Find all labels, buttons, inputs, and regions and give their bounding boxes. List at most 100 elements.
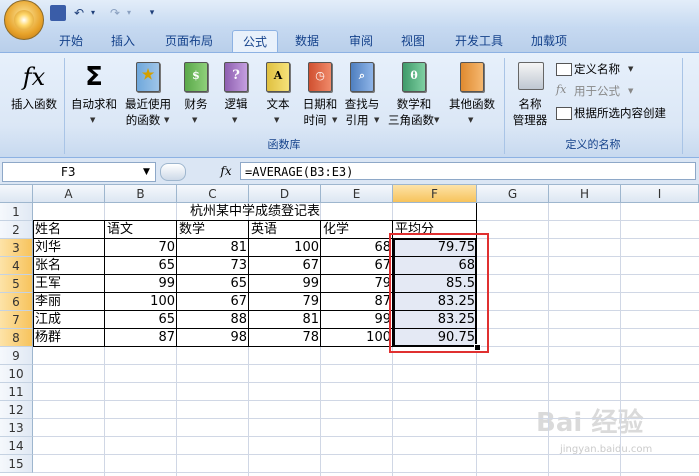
formula-input[interactable]: =AVERAGE(B3:E3) xyxy=(240,162,696,180)
table-cell[interactable]: 李丽 xyxy=(33,293,105,311)
name-manager-button[interactable]: 名称 管理器 xyxy=(508,60,552,134)
column-header-d[interactable]: D xyxy=(249,185,321,203)
select-all-corner[interactable] xyxy=(0,185,33,203)
table-cell[interactable]: 98 xyxy=(177,329,249,347)
table-cell[interactable]: 73 xyxy=(177,257,249,275)
column-header-b[interactable]: B xyxy=(105,185,177,203)
row-header-10[interactable]: 10 xyxy=(0,365,33,383)
tab-review[interactable]: 审阅 xyxy=(342,32,380,50)
sheet-title[interactable]: 杭州某中学成绩登记表 xyxy=(33,203,477,221)
recently-used-button[interactable]: ★ 最近使用 的函数 ▼ xyxy=(122,60,174,134)
row-header-9[interactable]: 9 xyxy=(0,347,33,365)
insert-function-button[interactable]: fx 插入函数 xyxy=(6,60,62,130)
undo-dropdown-icon[interactable]: ▾ xyxy=(88,5,98,21)
logical-button[interactable]: ? 逻辑 ▼ xyxy=(218,60,254,134)
row-header-4[interactable]: 4 xyxy=(0,257,33,275)
tab-add-ins[interactable]: 加载项 xyxy=(524,32,574,50)
more-functions-button[interactable]: 其他函数 ▼ xyxy=(444,60,500,134)
fx-icon[interactable]: fx xyxy=(216,162,236,180)
header-cell[interactable]: 数学 xyxy=(177,221,249,239)
tab-page-layout[interactable]: 页面布局 xyxy=(158,32,220,50)
table-cell[interactable]: 65 xyxy=(105,311,177,329)
date-time-button[interactable]: ◷ 日期和 时间 ▼ xyxy=(300,60,340,134)
recent-book-icon: ★ xyxy=(136,62,160,92)
lookup-button[interactable]: ⌕ 查找与 引用 ▼ xyxy=(342,60,382,134)
header-cell[interactable]: 语文 xyxy=(105,221,177,239)
table-cell[interactable]: 杨群 xyxy=(33,329,105,347)
table-cell[interactable]: 87 xyxy=(321,293,393,311)
use-in-formula-button[interactable]: fx 用于公式 ▼ xyxy=(556,82,676,100)
customize-qat-icon[interactable]: ▾ xyxy=(146,5,158,21)
tab-view[interactable]: 视图 xyxy=(394,32,432,50)
text-button[interactable]: A 文本 ▼ xyxy=(260,60,296,134)
table-cell[interactable]: 68 xyxy=(321,239,393,257)
tab-data[interactable]: 数据 xyxy=(288,32,326,50)
table-cell[interactable]: 81 xyxy=(249,311,321,329)
column-header-e[interactable]: E xyxy=(321,185,393,203)
table-cell[interactable]: 江成 xyxy=(33,311,105,329)
table-cell[interactable]: 王军 xyxy=(33,275,105,293)
row-header-6[interactable]: 6 xyxy=(0,293,33,311)
row-header-5[interactable]: 5 xyxy=(0,275,33,293)
tab-insert[interactable]: 插入 xyxy=(104,32,142,50)
row-header-12[interactable]: 12 xyxy=(0,401,33,419)
column-header-h[interactable]: H xyxy=(549,185,621,203)
undo-icon[interactable]: ↶ xyxy=(72,5,86,21)
table-cell[interactable]: 67 xyxy=(249,257,321,275)
row-header-7[interactable]: 7 xyxy=(0,311,33,329)
row-header-15[interactable]: 15 xyxy=(0,455,33,473)
row-header-13[interactable]: 13 xyxy=(0,419,33,437)
header-cell[interactable]: 姓名 xyxy=(33,221,105,239)
header-cell[interactable]: 英语 xyxy=(249,221,321,239)
gridline xyxy=(33,400,699,401)
column-header-c[interactable]: C xyxy=(177,185,249,203)
table-cell[interactable]: 88 xyxy=(177,311,249,329)
column-header-f[interactable]: F xyxy=(393,185,477,203)
table-cell[interactable]: 刘华 xyxy=(33,239,105,257)
column-header-i[interactable]: I xyxy=(621,185,699,203)
create-from-selection-button[interactable]: 根据所选内容创建 xyxy=(556,104,680,122)
redo-icon[interactable]: ↷ xyxy=(108,5,122,21)
table-cell[interactable]: 70 xyxy=(105,239,177,257)
table-cell[interactable]: 79 xyxy=(249,293,321,311)
table-cell[interactable]: 65 xyxy=(105,257,177,275)
table-cell[interactable]: 79 xyxy=(321,275,393,293)
table-cell[interactable]: 87 xyxy=(105,329,177,347)
table-cell[interactable]: 78 xyxy=(249,329,321,347)
table-cell[interactable]: 99 xyxy=(249,275,321,293)
row-header-3[interactable]: 3 xyxy=(0,239,33,257)
save-icon[interactable] xyxy=(50,5,66,21)
table-cell[interactable]: 99 xyxy=(321,311,393,329)
row-header-8[interactable]: 8 xyxy=(0,329,33,347)
table-cell[interactable]: 67 xyxy=(177,293,249,311)
name-box[interactable]: F3 ▼ xyxy=(2,162,156,182)
table-cell[interactable]: 100 xyxy=(249,239,321,257)
header-cell[interactable]: 化学 xyxy=(321,221,393,239)
dropdown-arrow-icon: ▼ xyxy=(90,116,96,124)
table-cell[interactable]: 81 xyxy=(177,239,249,257)
row-header-14[interactable]: 14 xyxy=(0,437,33,455)
row-header-2[interactable]: 2 xyxy=(0,221,33,239)
table-cell[interactable]: 65 xyxy=(177,275,249,293)
column-header-a[interactable]: A xyxy=(33,185,105,203)
office-button[interactable] xyxy=(4,0,44,40)
more-functions-book-icon xyxy=(460,62,484,92)
table-cell[interactable]: 100 xyxy=(105,293,177,311)
redo-dropdown-icon[interactable]: ▾ xyxy=(124,5,134,21)
table-cell[interactable]: 67 xyxy=(321,257,393,275)
table-cell[interactable]: 张名 xyxy=(33,257,105,275)
financial-button[interactable]: $ 财务 ▼ xyxy=(178,60,214,134)
tab-home[interactable]: 开始 xyxy=(52,32,90,50)
tab-developer[interactable]: 开发工具 xyxy=(448,32,510,50)
math-trig-button[interactable]: θ 数学和 三角函数 ▼ xyxy=(386,60,442,134)
autosum-button[interactable]: Σ 自动求和 ▼ xyxy=(68,60,120,134)
name-box-dropdown-icon[interactable]: ▼ xyxy=(143,163,150,181)
column-header-g[interactable]: G xyxy=(477,185,549,203)
table-cell[interactable]: 99 xyxy=(105,275,177,293)
table-cell[interactable]: 100 xyxy=(321,329,393,347)
row-header-11[interactable]: 11 xyxy=(0,383,33,401)
tab-formulas[interactable]: 公式 xyxy=(232,30,278,53)
row-header-1[interactable]: 1 xyxy=(0,203,33,221)
formula-bar-expand-icon[interactable] xyxy=(160,163,186,181)
define-name-button[interactable]: 定义名称 ▼ xyxy=(556,60,676,78)
